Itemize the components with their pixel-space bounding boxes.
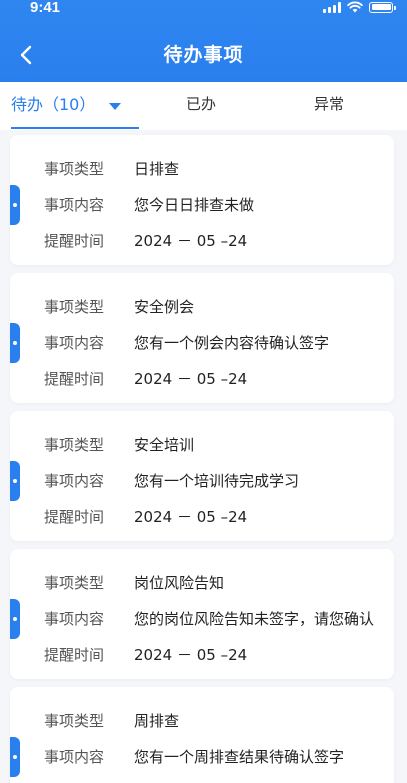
tab-todo-label: 待办（10）	[11, 95, 96, 114]
row-time: 提醒时间 2024 － 05 –24	[44, 232, 248, 250]
wifi-icon	[347, 1, 363, 13]
tab-todo[interactable]: 待办（10）	[11, 82, 122, 128]
card-marker	[10, 599, 20, 639]
tab-abnormal[interactable]: 异常	[314, 82, 344, 128]
item-type: 周排查	[134, 712, 180, 730]
app-header: 9:41 待办事项	[0, 0, 407, 82]
todo-card[interactable]: 事项类型 安全例会 事项内容 您有一个例会内容待确认签字 提醒时间 2024 － 05…	[10, 273, 394, 403]
row-type: 事项类型 日排查	[44, 160, 180, 178]
row-content: 事项内容 您有一个例会内容待确认签字	[44, 334, 330, 352]
status-time: 9:41	[30, 0, 61, 16]
row-type: 事项类型 岗位风险告知	[44, 574, 225, 592]
item-type: 安全例会	[134, 298, 195, 316]
item-type: 岗位风险告知	[134, 574, 225, 592]
tab-active-indicator	[11, 127, 139, 129]
card-marker	[10, 185, 20, 225]
status-bar: 9:41	[0, 0, 407, 22]
row-time: 提醒时间 2024 － 05 –24	[44, 508, 248, 526]
caret-down-icon[interactable]	[109, 102, 122, 110]
todo-card[interactable]: 事项类型 岗位风险告知 事项内容 您的岗位风险告知未签字，请您确认 提醒时间 2024…	[10, 549, 394, 679]
item-type: 日排查	[134, 160, 180, 178]
item-time: 2024 － 05 –24	[134, 232, 248, 250]
status-icons	[323, 1, 396, 13]
item-time: 2024 － 05 –24	[134, 370, 248, 388]
tab-done[interactable]: 已办	[186, 82, 216, 128]
item-time: 2024 － 05 –24	[134, 646, 248, 664]
item-time: 2024 － 05 –24	[134, 508, 248, 526]
item-content: 您有一个例会内容待确认签字	[134, 334, 330, 352]
row-time: 提醒时间 2024 － 05 –24	[44, 646, 248, 664]
row-type: 事项类型 安全培训	[44, 436, 195, 454]
row-content: 事项内容 您今日日排查未做	[44, 196, 255, 214]
page-title: 待办事项	[163, 44, 244, 66]
signal-icon	[323, 1, 341, 13]
row-type: 事项类型 安全例会	[44, 298, 195, 316]
battery-icon	[369, 1, 396, 13]
todo-card[interactable]: 事项类型 周排查 事项内容 您有一个周排查结果待确认签字	[10, 687, 394, 783]
item-content: 您今日日排查未做	[134, 196, 255, 214]
item-content: 您的岗位风险告知未签字，请您确认	[134, 610, 375, 628]
item-content: 您有一个周排查结果待确认签字	[134, 748, 345, 766]
row-content: 事项内容 您的岗位风险告知未签字，请您确认	[44, 610, 375, 628]
card-marker	[10, 461, 20, 501]
item-content: 您有一个培训待完成学习	[134, 472, 300, 490]
card-marker	[10, 737, 20, 777]
row-type: 事项类型 周排查	[44, 712, 180, 730]
card-marker	[10, 323, 20, 363]
row-content: 事项内容 您有一个培训待完成学习	[44, 472, 300, 490]
todo-card[interactable]: 事项类型 日排查 事项内容 您今日日排查未做 提醒时间 2024 － 05 –24	[10, 135, 394, 265]
row-time: 提醒时间 2024 － 05 –24	[44, 370, 248, 388]
item-type: 安全培训	[134, 436, 195, 454]
row-content: 事项内容 您有一个周排查结果待确认签字	[44, 748, 345, 766]
tab-bar: 待办（10） 已办 异常	[0, 82, 407, 130]
todo-card[interactable]: 事项类型 安全培训 事项内容 您有一个培训待完成学习 提醒时间 2024 － 05 –…	[10, 411, 394, 541]
